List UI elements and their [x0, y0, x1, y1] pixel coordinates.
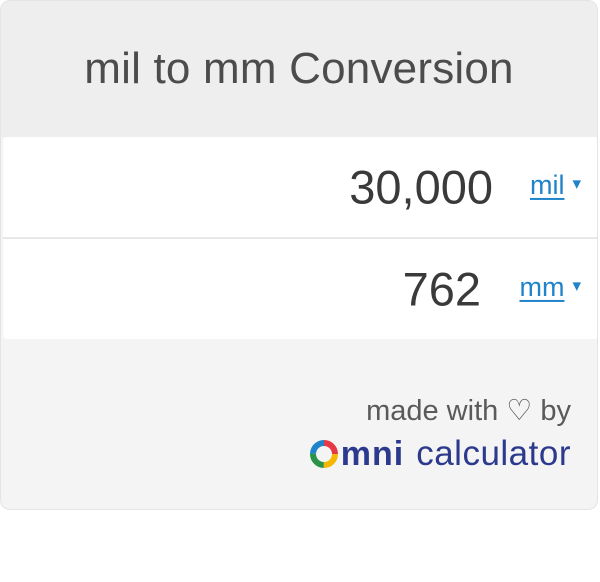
omni-logo: mni — [309, 435, 404, 474]
input-row-mil: 30,000 mil ▾ — [3, 137, 597, 239]
mm-value-input[interactable]: 762 — [403, 262, 481, 317]
chevron-down-icon: ▾ — [572, 275, 581, 295]
input-row-mm: 762 mm ▾ — [3, 239, 597, 339]
chevron-down-icon: ▾ — [572, 173, 581, 193]
made-with-text: made with ♡ by — [366, 395, 571, 427]
omni-logo-text: mni — [340, 434, 405, 473]
mil-unit-select[interactable]: mil ▾ — [530, 170, 581, 201]
unit-label: mil — [529, 169, 565, 200]
conversion-rows: 30,000 mil ▾ 762 mm ▾ — [3, 137, 597, 339]
omni-logo-icon — [309, 440, 338, 468]
page-title: mil to mm Conversion — [84, 44, 514, 93]
mil-value-input[interactable]: 30,000 — [349, 160, 493, 215]
unit-label: mm — [519, 271, 565, 302]
omni-brand[interactable]: mni calculator — [309, 434, 571, 474]
converter-widget: mil to mm Conversion 30,000 mil ▾ 762 mm ▾… — [0, 0, 598, 510]
omni-attribution[interactable]: made with ♡ by mni calculator — [309, 397, 571, 474]
header: mil to mm Conversion — [1, 1, 597, 137]
calculator-wordmark: calculator — [416, 434, 571, 473]
mm-unit-select[interactable]: mm ▾ — [519, 272, 581, 303]
